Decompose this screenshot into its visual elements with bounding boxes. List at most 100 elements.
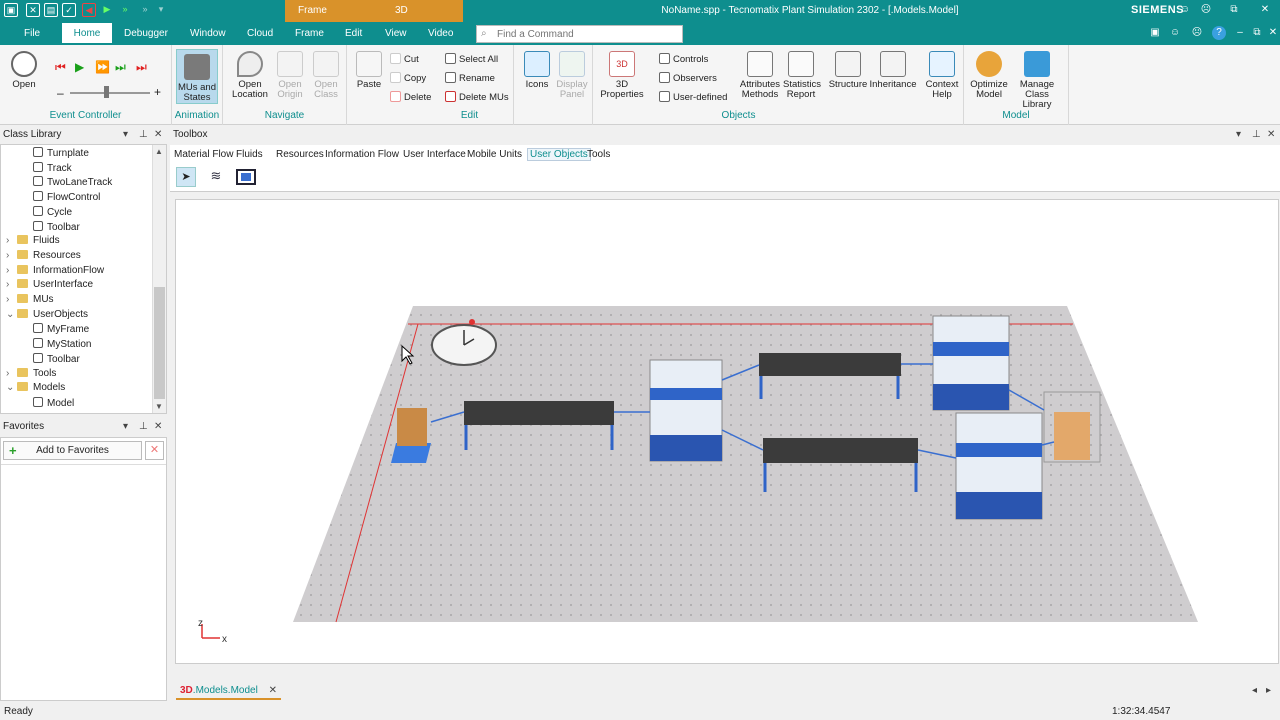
tree-leaf[interactable]: Turnplate [33, 147, 89, 159]
tree-folder[interactable]: ⌄ UserObjects [6, 308, 88, 320]
tab-cloud[interactable]: Cloud [247, 28, 273, 39]
step-icon[interactable]: » [138, 3, 152, 17]
open-origin-button[interactable]: Open Origin [271, 51, 309, 100]
expand-chevron-icon[interactable]: › [6, 294, 17, 305]
toolbox-tab[interactable]: Resources [276, 149, 324, 160]
tree-leaf[interactable]: Toolbar [33, 220, 80, 233]
expand-chevron-icon[interactable]: › [6, 235, 17, 246]
smile-feedback-icon[interactable]: ☺ [1168, 26, 1182, 40]
save-icon[interactable]: ✓ [62, 3, 76, 17]
close-tab-icon[interactable]: ✕ [269, 685, 277, 696]
speed-plus-button[interactable]: + [154, 85, 161, 99]
tab-view[interactable]: View [385, 28, 407, 39]
close-doc-icon[interactable]: ✕ [1266, 26, 1280, 40]
3d-scene[interactable]: z x [176, 200, 1279, 664]
tree-leaf[interactable]: Toolbar [33, 352, 80, 365]
expand-chevron-icon[interactable]: › [6, 265, 17, 276]
tree-leaf[interactable]: Cycle [33, 205, 72, 218]
fast-forward-icon[interactable]: » [118, 3, 132, 17]
tab-video[interactable]: Video [428, 28, 453, 39]
add-to-favorites-button[interactable]: + Add to Favorites [3, 441, 142, 460]
tree-folder[interactable]: › MUs [6, 294, 54, 305]
toolbox-tab[interactable]: User Interface [403, 149, 466, 160]
paste-button[interactable]: Paste [353, 51, 385, 90]
panel-menu-icon[interactable]: ▾ [123, 127, 128, 143]
command-search[interactable]: ⌕ [476, 25, 683, 43]
toolbox-tab[interactable]: Information Flow [325, 149, 399, 160]
pointer-tool[interactable]: ➤ [176, 167, 196, 187]
tab-window[interactable]: Window [190, 28, 226, 39]
speed-slider-thumb[interactable] [104, 86, 109, 98]
delete-button[interactable]: Delete [390, 91, 431, 103]
controls-button[interactable]: Controls [659, 53, 708, 65]
remove-favorite-button[interactable]: ✕ [145, 441, 164, 460]
fast-button[interactable]: ⏭ [115, 60, 126, 75]
observers-button[interactable]: Observers [659, 72, 717, 84]
tree-folder[interactable]: › InformationFlow [6, 264, 104, 276]
tree-scrollbar[interactable]: ▲ ▼ [152, 145, 166, 413]
start-stop-button[interactable]: ▶ [75, 60, 84, 74]
tree-folder[interactable]: › Resources [6, 249, 81, 261]
qat-dropdown-icon[interactable]: ▾ [154, 3, 168, 17]
toolbox-tab[interactable]: Mobile Units [467, 149, 522, 160]
mus-and-states-button[interactable]: MUs and States [176, 49, 218, 104]
select-all-button[interactable]: Select All [445, 53, 498, 65]
cut-button[interactable]: Cut [390, 53, 419, 65]
icons-button[interactable]: Icons [520, 51, 554, 90]
restore-ribbon-icon[interactable]: ⧉ [1227, 3, 1241, 17]
expand-chevron-icon[interactable]: › [6, 279, 17, 290]
tab-file[interactable]: File [24, 28, 40, 39]
doc-tab-model[interactable]: 3D.Models.Model ✕ [176, 683, 281, 700]
display-panel-button[interactable]: Display Panel [554, 51, 590, 100]
copy-button[interactable]: Copy [390, 72, 426, 84]
open-event-controller-button[interactable]: Open [6, 51, 42, 90]
attributes-methods-button[interactable]: Attributes Methods [737, 51, 783, 100]
start-icon[interactable]: ▶ [100, 3, 114, 17]
restore-doc-icon[interactable]: ⧉ [1250, 26, 1264, 40]
scroll-thumb[interactable] [154, 287, 165, 399]
expand-chevron-icon[interactable]: › [6, 368, 17, 379]
options-icon[interactable]: ▣ [1148, 26, 1162, 40]
minimize-doc-icon[interactable]: – [1233, 26, 1247, 40]
tree-leaf[interactable]: MyFrame [33, 323, 89, 335]
speed-minus-button[interactable]: – [57, 86, 64, 100]
close-panel-icon[interactable]: ✕ [1267, 127, 1275, 143]
tab-debugger[interactable]: Debugger [124, 28, 168, 39]
frown-feedback-icon[interactable]: ☹ [1190, 26, 1204, 40]
rename-button[interactable]: Rename [445, 72, 495, 84]
optimize-model-button[interactable]: Optimize Model [968, 51, 1010, 100]
tab-scroll-left-icon[interactable]: ◂ [1252, 685, 1257, 696]
open-class-button[interactable]: Open Class [309, 51, 343, 100]
frown-icon[interactable]: ☹ [1199, 3, 1213, 17]
open-location-button[interactable]: Open Location [229, 51, 271, 100]
tree-folder[interactable]: › Tools [6, 367, 56, 379]
toolbox-tab[interactable]: Material Flow [174, 149, 233, 160]
toolbox-tab[interactable]: User Objects [527, 148, 591, 161]
context-help-button[interactable]: Context Help [923, 51, 961, 100]
tree-folder[interactable]: ⌄ Models [6, 382, 65, 393]
help-icon[interactable]: ? [1212, 26, 1226, 40]
tree-folder[interactable]: › UserInterface [6, 279, 93, 290]
step-button[interactable]: ⏩ [95, 60, 110, 74]
toolbox-tab[interactable]: Fluids [236, 149, 263, 160]
manage-class-library-button[interactable]: Manage Class Library [1010, 51, 1064, 110]
inheritance-button[interactable]: Inheritance [869, 51, 917, 90]
scroll-down-icon[interactable]: ▼ [155, 402, 163, 411]
pin-icon[interactable]: ⊥ [1252, 127, 1261, 143]
3d-viewport[interactable]: z x [175, 199, 1279, 664]
tab-scroll-right-icon[interactable]: ▸ [1266, 685, 1271, 696]
speed-slider[interactable] [70, 92, 150, 94]
expand-chevron-icon[interactable]: › [6, 250, 17, 261]
command-search-input[interactable] [497, 26, 682, 42]
close-panel-icon[interactable]: ✕ [154, 127, 162, 143]
tree-folder[interactable]: › Fluids [6, 235, 60, 246]
scroll-up-icon[interactable]: ▲ [155, 147, 163, 156]
reset-button[interactable]: ⏮ [55, 60, 66, 75]
mystation-tool[interactable] [236, 169, 256, 185]
tab-home[interactable]: Home [62, 23, 112, 45]
tree-leaf[interactable]: FlowControl [33, 191, 100, 203]
collapse-chevron-icon[interactable]: ⌄ [6, 382, 17, 393]
pin-icon[interactable]: ⊥ [139, 127, 148, 143]
pin-icon[interactable]: ⊥ [139, 419, 148, 435]
myframe-tool[interactable]: ≋ [206, 167, 226, 187]
